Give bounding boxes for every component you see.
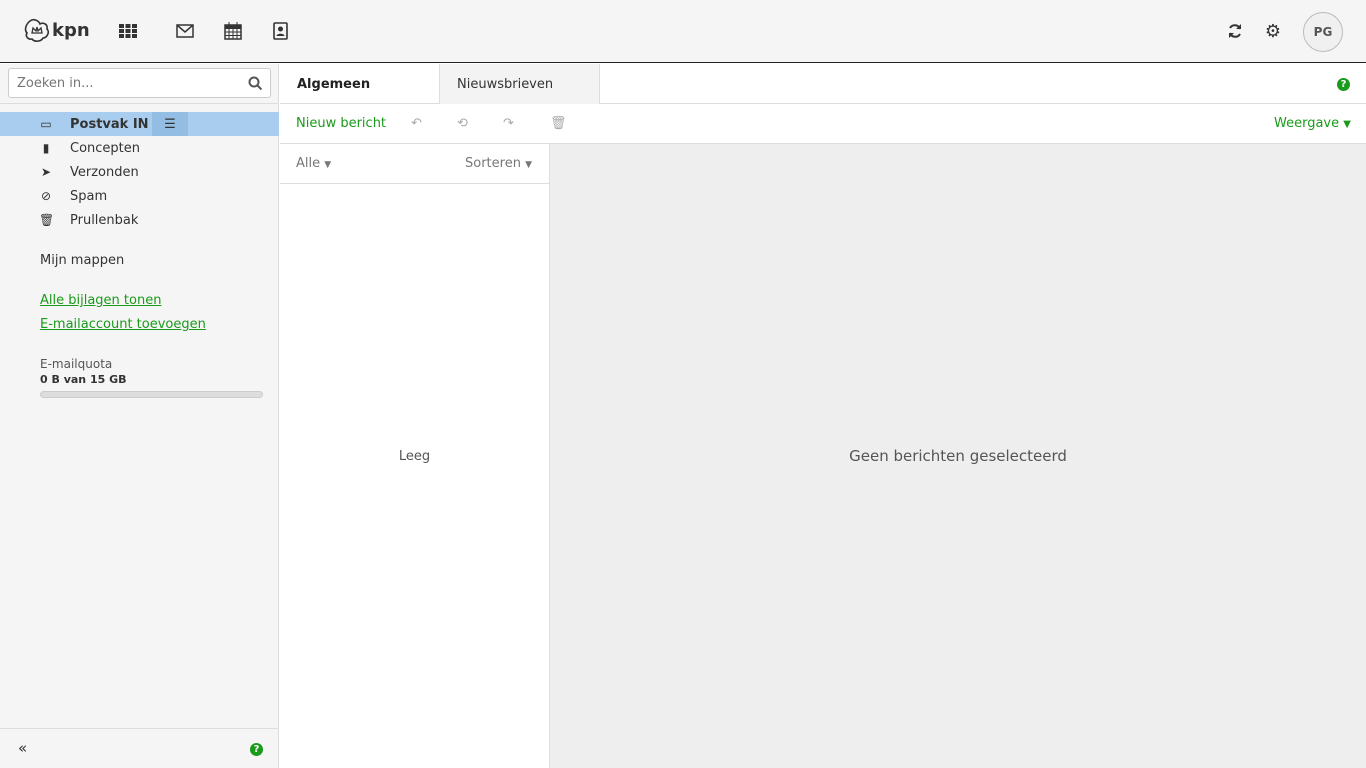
folder-spam[interactable]: ⊘ Spam [0,184,279,208]
help-icon[interactable]: ? [1337,78,1350,91]
delete-icon[interactable]: 🗑 [550,116,567,131]
sort-dropdown[interactable]: Sorteren ▼ [465,156,532,171]
toolbar: Nieuw bericht ↶ ⟲ ↷ 🗑 Weergave ▼ [280,104,1366,144]
sidebar: ▭ Postvak IN☰ ▮ Concepten ➤ Verzonden ⊘ Spam… [0,64,279,768]
forward-icon[interactable]: ↷ [503,116,514,131]
folder-sent[interactable]: ➤ Verzonden [0,160,279,184]
help-icon[interactable]: ? [250,743,263,756]
reply-all-icon[interactable]: ⟲ [457,116,468,131]
folder-label: Verzonden [70,164,139,180]
caret-down-icon: ▼ [1343,119,1351,130]
message-detail-pane: Geen berichten geselecteerd [550,144,1366,768]
folder-label: Concepten [70,140,141,156]
folder-label: Spam [70,188,108,204]
paper-plane-icon: ➤ [40,165,52,179]
folder-trash[interactable]: 🗑 Prullenbak [0,208,279,232]
folder-menu-button[interactable]: ☰ [152,112,188,136]
ban-icon: ⊘ [40,189,52,203]
logo-text: kpn [52,19,90,41]
divider [0,103,279,104]
tab-general[interactable]: Algemeen [280,64,439,104]
sidebar-footer: « ? [0,728,279,768]
settings-gear-icon[interactable]: ⚙ [1262,20,1284,42]
mail-icon[interactable] [174,20,196,42]
caret-down-icon: ▼ [525,160,533,170]
kpn-logo[interactable]: kpn [24,17,90,43]
folder-inbox[interactable]: ▭ Postvak IN ☰ [0,112,279,136]
folder-drafts[interactable]: ▮ Concepten [0,136,279,160]
my-folders-heading[interactable]: Mijn mappen [40,253,124,268]
quota-bar [40,391,263,398]
caret-down-icon: ▼ [324,160,332,170]
collapse-sidebar-icon[interactable]: « [18,739,27,757]
search-input[interactable] [17,75,248,91]
file-icon: ▮ [42,141,50,155]
quota-value: 0 B van 15 GB [40,373,127,386]
inbox-icon: ▭ [40,117,52,131]
refresh-icon[interactable] [1224,20,1246,42]
view-dropdown[interactable]: Weergave ▼ [1274,116,1351,131]
tab-bar: Algemeen Nieuwsbrieven ? [280,64,1366,104]
message-list: Alle ▼ Sorteren ▼ Leeg [280,144,550,768]
folder-label: Postvak IN [70,116,149,132]
contacts-icon[interactable] [270,20,292,42]
folder-label: Prullenbak [70,212,139,228]
tab-newsletters[interactable]: Nieuwsbrieven [439,64,600,104]
filter-label: Alle [296,156,321,171]
avatar[interactable]: PG [1303,12,1343,52]
trash-icon: 🗑 [39,213,55,227]
no-selection-text: Geen berichten geselecteerd [849,447,1067,465]
all-attachments-link[interactable]: Alle bijlagen tonen [40,293,161,308]
new-message-button[interactable]: Nieuw bericht [296,116,386,131]
top-bar: kpn ⚙ PG [0,0,1366,63]
reply-icon[interactable]: ↶ [411,116,422,131]
calendar-icon[interactable] [222,20,244,42]
add-email-account-link[interactable]: E-mailaccount toevoegen [40,317,206,332]
quota-label: E-mailquota [40,357,113,371]
search-box[interactable] [8,68,271,98]
search-icon[interactable] [248,76,262,90]
filter-dropdown[interactable]: Alle ▼ [296,156,331,171]
view-label: Weergave [1274,116,1340,131]
list-header: Alle ▼ Sorteren ▼ [280,144,549,184]
apps-grid-icon[interactable] [117,20,139,42]
crown-logo-icon [24,18,50,42]
empty-list-text: Leeg [398,449,431,464]
sort-label: Sorteren [465,156,521,171]
